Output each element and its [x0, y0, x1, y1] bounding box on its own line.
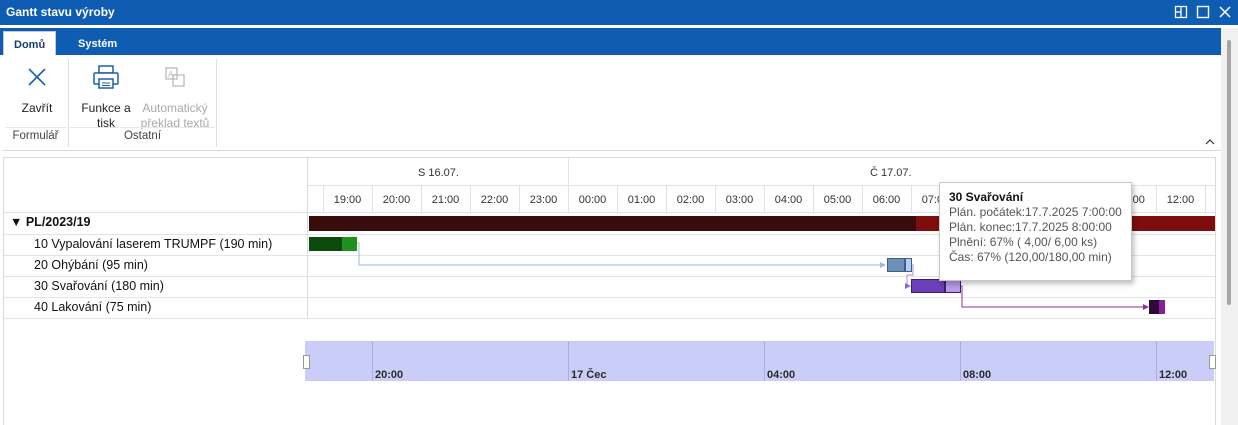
vertical-scrollbar[interactable] — [1221, 28, 1238, 425]
overview-label: 08:00 — [963, 369, 992, 381]
task-bar-bending[interactable] — [887, 258, 905, 272]
close-button[interactable]: Zavřít — [13, 59, 61, 116]
overview-label: 04:00 — [767, 369, 796, 381]
scrollbar-thumb[interactable] — [1227, 40, 1231, 305]
print-button[interactable]: Funkce a tisk — [73, 59, 139, 131]
overview-label: 17 Čec — [571, 369, 607, 381]
task-bar-welding[interactable] — [911, 279, 945, 293]
tooltip-title: 30 Svařování — [949, 190, 1024, 204]
close-window-icon[interactable] — [1216, 3, 1234, 21]
auto-translate-button[interactable]: A Automatický překlad textů — [139, 59, 211, 131]
window-title: Gantt stavu výroby — [6, 5, 115, 19]
ribbon-group-divider — [70, 127, 215, 128]
ribbon-tabs: Domů Systém — [0, 28, 1221, 55]
tooltip-plan-start: Plán. počátek:17.7.2025 7:00:00 — [949, 205, 1122, 219]
ribbon-group-divider — [5, 127, 67, 128]
tab-system[interactable]: Systém — [68, 31, 127, 55]
overview-tick — [960, 341, 961, 381]
svg-text:A: A — [168, 70, 174, 79]
tab-home[interactable]: Domů — [3, 31, 57, 55]
tooltip-progress: Plnění: 67% ( 4,00/ 6,00 ks) — [949, 235, 1098, 249]
ribbon: Zavřít Funkce a tisk A Automatický překl… — [3, 55, 1221, 151]
printer-icon — [73, 59, 139, 95]
overview-tick — [1156, 341, 1157, 381]
title-bar: Gantt stavu výroby — [0, 0, 1238, 25]
overview-right-handle[interactable] — [1209, 355, 1216, 369]
overview-label: 20:00 — [375, 369, 404, 381]
task-bar-laser[interactable] — [309, 237, 342, 251]
tooltip-plan-end: Plán. konec:17.7.2025 8:00:00 — [949, 220, 1112, 234]
dock-icon[interactable] — [1172, 3, 1190, 21]
overview-left-handle[interactable] — [303, 355, 310, 369]
overview-tick — [764, 341, 765, 381]
task-bar-welding-remaining[interactable] — [945, 279, 961, 293]
task-bar-painting-remaining[interactable] — [1159, 300, 1165, 314]
group-label-other: Ostatní — [123, 130, 162, 142]
translate-icon: A — [139, 59, 211, 95]
print-label-2: tisk — [97, 116, 115, 130]
overview-tick — [568, 341, 569, 381]
task-bar-bending-remaining[interactable] — [905, 258, 912, 272]
task-bar-painting[interactable] — [1149, 300, 1159, 314]
close-label: Zavřít — [21, 101, 53, 115]
translate-label-1: Automatický — [142, 101, 208, 115]
ribbon-separator — [216, 59, 217, 147]
group-label-form: Formulář — [12, 130, 59, 142]
tooltip-time: Čas: 67% (120,00/180,00 min) — [949, 250, 1112, 264]
maximize-icon[interactable] — [1194, 3, 1212, 21]
task-bar-laser-remaining[interactable] — [342, 237, 357, 251]
task-tooltip: 30 Svařování Plán. počátek:17.7.2025 7:0… — [939, 182, 1132, 281]
collapse-ribbon-icon[interactable] — [1205, 135, 1215, 149]
overview-label: 12:00 — [1159, 369, 1188, 381]
overview-tick — [372, 341, 373, 381]
close-x-icon — [13, 59, 61, 95]
timeline-overview[interactable]: 20:00 17 Čec 04:00 08:00 12:00 — [305, 341, 1214, 381]
translate-label-2: překlad textů — [140, 116, 210, 130]
print-label-1: Funkce a — [81, 101, 131, 115]
